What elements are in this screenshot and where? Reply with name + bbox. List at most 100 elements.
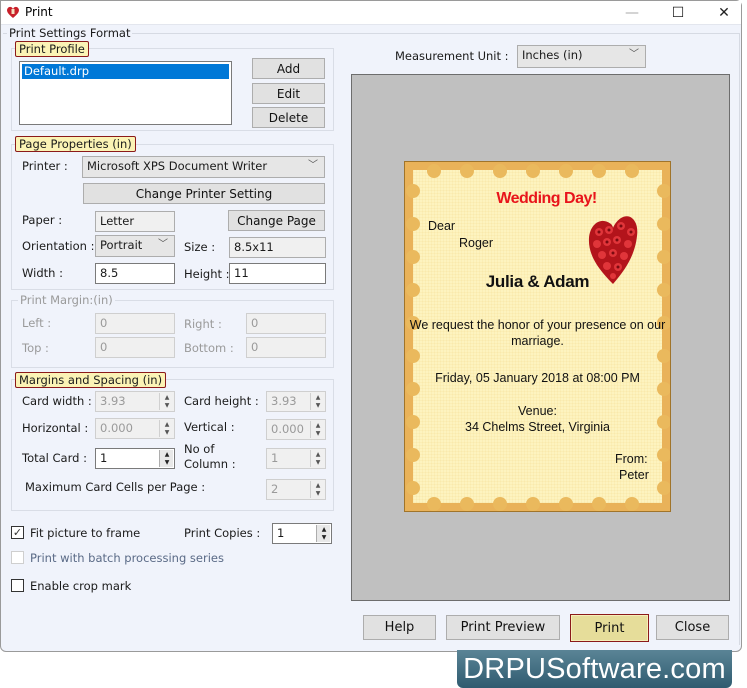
card-scallop bbox=[406, 349, 420, 363]
spin-down-icon[interactable]: ▼ bbox=[317, 534, 331, 543]
measurement-unit-value: Inches (in) bbox=[522, 48, 583, 62]
spin-up-icon: ▲ bbox=[315, 421, 321, 429]
card-height-spinner: 3.93 ▲ ▼ bbox=[266, 391, 326, 412]
card-width-spinner: 3.93 ▲ ▼ bbox=[95, 391, 175, 412]
print-dialog: Print — ☐ ✕ Print Settings Format Print … bbox=[0, 0, 742, 652]
crop-mark-label: Enable crop mark bbox=[30, 579, 132, 593]
spin-down-icon: ▼ bbox=[315, 430, 321, 438]
card-scallop bbox=[592, 164, 606, 178]
checkmark-icon: ✓ bbox=[12, 526, 23, 539]
card-scallop bbox=[559, 164, 573, 178]
spin-up-icon: ▲ bbox=[315, 450, 321, 458]
profile-item-default[interactable]: Default.drp bbox=[22, 64, 229, 79]
paper-field: Letter bbox=[95, 211, 175, 232]
window-title: Print bbox=[25, 5, 53, 19]
card-scallop bbox=[657, 481, 670, 495]
spin-down-icon: ▼ bbox=[164, 402, 170, 410]
close-icon: ✕ bbox=[718, 5, 730, 21]
printer-value: Microsoft XPS Document Writer bbox=[87, 159, 268, 173]
drpu-watermark: DRPUSoftware.com bbox=[457, 650, 732, 688]
card-scallop bbox=[657, 250, 670, 264]
spin-down-icon: ▼ bbox=[315, 459, 321, 467]
card-scallop bbox=[526, 497, 540, 511]
width-input[interactable]: 8.5 bbox=[95, 263, 175, 284]
card-title: Wedding Day! bbox=[496, 190, 597, 207]
top-margin-label: Top : bbox=[22, 341, 49, 355]
spin-up-icon: ▲ bbox=[315, 393, 321, 401]
size-field: 8.5x11 bbox=[229, 237, 326, 258]
card-scallop bbox=[427, 164, 441, 178]
card-scallop bbox=[406, 481, 420, 495]
card-scallop bbox=[460, 497, 474, 511]
fit-picture-checkbox[interactable]: ✓ bbox=[11, 526, 24, 539]
close-button[interactable]: Close bbox=[656, 615, 729, 640]
card-names: Julia & Adam bbox=[485, 272, 590, 291]
column-label: Column : bbox=[184, 457, 236, 471]
card-scallop bbox=[406, 250, 420, 264]
profile-listbox[interactable]: Default.drp bbox=[19, 61, 232, 125]
height-input[interactable]: 11 bbox=[229, 263, 326, 284]
print-profile-label: Print Profile bbox=[15, 41, 89, 57]
measurement-unit-select[interactable]: Inches (in) ﹀ bbox=[517, 45, 646, 68]
orientation-select[interactable]: Portrait ﹀ bbox=[95, 235, 175, 257]
total-card-spinner[interactable]: 1 ▲ ▼ bbox=[95, 448, 175, 469]
column-spinner: 1 ▲ ▼ bbox=[266, 448, 326, 469]
card-scallop bbox=[625, 497, 639, 511]
printer-label: Printer : bbox=[22, 159, 68, 173]
spin-down-icon: ▼ bbox=[164, 429, 170, 437]
change-printer-setting-button[interactable]: Change Printer Setting bbox=[83, 183, 325, 204]
right-margin-field: 0 bbox=[246, 313, 326, 334]
card-scallop bbox=[559, 497, 573, 511]
top-margin-field: 0 bbox=[95, 337, 175, 358]
chevron-down-icon: ﹀ bbox=[158, 239, 168, 250]
horizontal-spinner: 0.000 ▲ ▼ bbox=[95, 418, 175, 439]
printer-select[interactable]: Microsoft XPS Document Writer ﹀ bbox=[82, 156, 325, 178]
close-window-button[interactable]: ✕ bbox=[701, 1, 747, 25]
card-scallop bbox=[625, 164, 639, 178]
card-scallop bbox=[657, 349, 670, 363]
margins-spacing-label: Margins and Spacing (in) bbox=[15, 372, 167, 388]
card-message-line2: marriage. bbox=[511, 334, 564, 348]
fit-picture-label: Fit picture to frame bbox=[30, 526, 141, 540]
orientation-label: Orientation : bbox=[22, 239, 95, 253]
max-card-cells-label: Maximum Card Cells per Page : bbox=[25, 480, 206, 494]
total-card-label: Total Card : bbox=[22, 451, 87, 465]
card-from-label: From: bbox=[615, 452, 648, 466]
right-margin-label: Right : bbox=[184, 317, 222, 331]
bottom-margin-label: Bottom : bbox=[184, 341, 234, 355]
batch-processing-checkbox bbox=[11, 551, 24, 564]
left-margin-field: 0 bbox=[95, 313, 175, 334]
card-recipient: Roger bbox=[459, 236, 494, 250]
card-scallop bbox=[526, 164, 540, 178]
print-button[interactable]: Print bbox=[570, 614, 649, 642]
chevron-down-icon: ﹀ bbox=[308, 160, 318, 171]
print-copies-spinner[interactable]: 1 ▲ ▼ bbox=[272, 523, 332, 544]
help-button[interactable]: Help bbox=[363, 615, 436, 640]
card-scallop bbox=[493, 164, 507, 178]
spin-up-icon[interactable]: ▲ bbox=[160, 450, 174, 459]
spin-down-icon[interactable]: ▼ bbox=[160, 459, 174, 468]
spin-down-icon: ▼ bbox=[315, 490, 321, 498]
batch-processing-label: Print with batch processing series bbox=[30, 551, 224, 565]
change-page-button[interactable]: Change Page bbox=[228, 210, 325, 231]
card-dear: Dear bbox=[428, 219, 456, 233]
add-profile-button[interactable]: Add bbox=[252, 58, 325, 79]
maximize-button[interactable]: ☐ bbox=[655, 1, 701, 25]
delete-profile-button[interactable]: Delete bbox=[252, 107, 325, 128]
crop-mark-checkbox[interactable] bbox=[11, 579, 24, 592]
print-margin-label: Print Margin:(in) bbox=[18, 293, 115, 307]
no-of-label: No of bbox=[184, 442, 215, 456]
card-scallop bbox=[493, 497, 507, 511]
max-card-cells-spinner: 2 ▲ ▼ bbox=[266, 479, 326, 500]
title-bar: Print — ☐ ✕ bbox=[1, 1, 741, 25]
card-height-label: Card height : bbox=[184, 394, 259, 408]
app-heart-icon bbox=[7, 6, 19, 18]
spin-up-icon[interactable]: ▲ bbox=[317, 525, 331, 534]
minimize-button[interactable]: — bbox=[609, 1, 655, 25]
edit-profile-button[interactable]: Edit bbox=[252, 83, 325, 104]
print-preview-button[interactable]: Print Preview bbox=[446, 615, 560, 640]
card-message-line1: We request the honor of your presence on… bbox=[409, 318, 666, 332]
print-copies-label: Print Copies : bbox=[184, 526, 261, 540]
paper-label: Paper : bbox=[22, 213, 63, 227]
card-sender: Peter bbox=[619, 468, 649, 482]
